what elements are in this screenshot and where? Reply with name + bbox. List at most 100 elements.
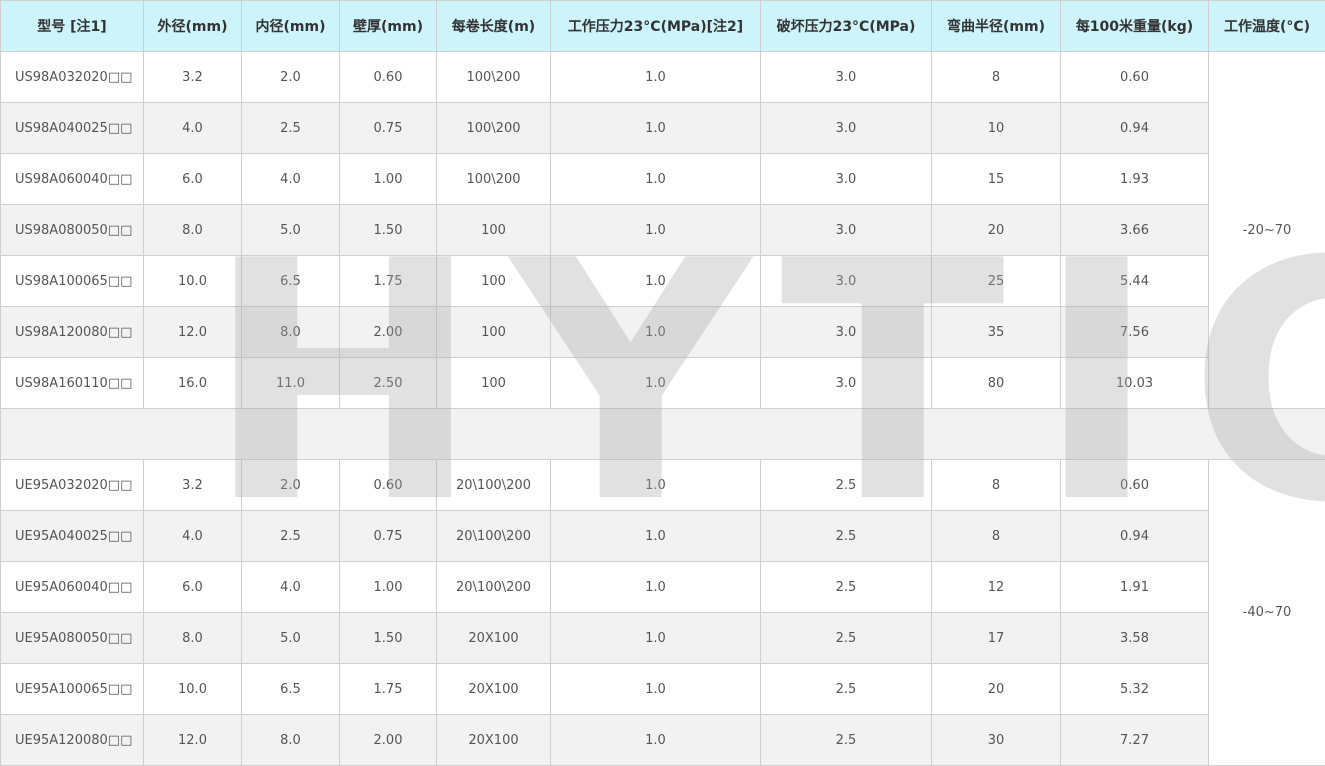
cell-wall-thickness: 1.50 (339, 204, 437, 256)
cell-weight: 7.27 (1060, 714, 1209, 766)
cell-model: US98A100065□□ (0, 255, 144, 307)
cell-weight: 0.60 (1060, 459, 1209, 511)
cell-inner-diameter: 11.0 (241, 357, 340, 409)
cell-model: UE95A040025□□ (0, 510, 144, 562)
cell-outer-diameter: 4.0 (143, 102, 242, 154)
cell-working-pressure: 1.0 (550, 153, 761, 205)
cell-roll-length: 100\200 (436, 51, 551, 103)
table-row: UE95A060040□□ 6.0 4.0 1.00 20\100\200 1.0 2.5 1… (0, 561, 1325, 613)
cell-model: US98A040025□□ (0, 102, 144, 154)
cell-bend-radius: 17 (931, 612, 1061, 664)
header-row: 型号 [注1] 外径(mm) 内径(mm) 壁厚(mm) 每卷长度(m) 工作压… (0, 0, 1325, 52)
header-bend-radius: 弯曲半径(mm) (931, 0, 1061, 52)
cell-working-pressure: 1.0 (550, 714, 761, 766)
header-working-pressure: 工作压力23°C(MPa)[注2] (550, 0, 761, 52)
cell-roll-length: 100 (436, 357, 551, 409)
header-wall-thickness: 壁厚(mm) (339, 0, 437, 52)
cell-burst-pressure: 3.0 (760, 153, 932, 205)
cell-burst-pressure: 2.5 (760, 663, 932, 715)
header-working-temperature: 工作温度(°C) (1208, 0, 1325, 52)
cell-model: US98A060040□□ (0, 153, 144, 205)
cell-working-pressure: 1.0 (550, 357, 761, 409)
cell-inner-diameter: 2.0 (241, 459, 340, 511)
cell-inner-diameter: 6.5 (241, 663, 340, 715)
cell-wall-thickness: 1.75 (339, 663, 437, 715)
cell-burst-pressure: 3.0 (760, 51, 932, 103)
cell-weight: 0.60 (1060, 51, 1209, 103)
cell-wall-thickness: 0.60 (339, 51, 437, 103)
table-row: US98A100065□□ 10.0 6.5 1.75 100 1.0 3.0 25 5.44 (0, 255, 1325, 307)
cell-working-pressure: 1.0 (550, 612, 761, 664)
cell-outer-diameter: 3.2 (143, 51, 242, 103)
cell-roll-length: 20X100 (436, 612, 551, 664)
group-separator-row (0, 408, 1325, 460)
cell-burst-pressure: 2.5 (760, 459, 932, 511)
cell-model: UE95A100065□□ (0, 663, 144, 715)
cell-model: US98A160110□□ (0, 357, 144, 409)
cell-bend-radius: 15 (931, 153, 1061, 205)
cell-model: UE95A060040□□ (0, 561, 144, 613)
cell-model: US98A120080□□ (0, 306, 144, 358)
header-model: 型号 [注1] (0, 0, 144, 52)
cell-working-pressure: 1.0 (550, 561, 761, 613)
table-row: US98A032020□□ 3.2 2.0 0.60 100\200 1.0 3.0 8 0.6… (0, 51, 1325, 409)
cell-working-pressure: 1.0 (550, 51, 761, 103)
cell-roll-length: 100\200 (436, 102, 551, 154)
cell-bend-radius: 10 (931, 102, 1061, 154)
cell-roll-length: 20\100\200 (436, 561, 551, 613)
cell-wall-thickness: 0.60 (339, 459, 437, 511)
header-burst-pressure: 破坏压力23°C(MPa) (760, 0, 932, 52)
header-weight: 每100米重量(kg) (1060, 0, 1209, 52)
cell-wall-thickness: 1.00 (339, 561, 437, 613)
cell-bend-radius: 8 (931, 510, 1061, 562)
cell-weight: 1.91 (1060, 561, 1209, 613)
cell-burst-pressure: 2.5 (760, 612, 932, 664)
cell-roll-length: 20\100\200 (436, 459, 551, 511)
cell-burst-pressure: 3.0 (760, 306, 932, 358)
cell-bend-radius: 20 (931, 663, 1061, 715)
cell-burst-pressure: 2.5 (760, 510, 932, 562)
cell-weight: 5.44 (1060, 255, 1209, 307)
cell-burst-pressure: 3.0 (760, 357, 932, 409)
cell-roll-length: 100 (436, 204, 551, 256)
cell-working-pressure: 1.0 (550, 663, 761, 715)
separator-cell (0, 408, 1325, 460)
cell-weight: 5.32 (1060, 663, 1209, 715)
cell-model: US98A080050□□ (0, 204, 144, 256)
table-row: US98A060040□□ 6.0 4.0 1.00 100\200 1.0 3.0 15 1.… (0, 153, 1325, 205)
cell-outer-diameter: 3.2 (143, 459, 242, 511)
cell-working-pressure: 1.0 (550, 255, 761, 307)
cell-bend-radius: 8 (931, 459, 1061, 511)
cell-weight: 1.93 (1060, 153, 1209, 205)
cell-outer-diameter: 12.0 (143, 714, 242, 766)
cell-model: US98A032020□□ (0, 51, 144, 103)
cell-bend-radius: 30 (931, 714, 1061, 766)
cell-working-pressure: 1.0 (550, 204, 761, 256)
cell-wall-thickness: 1.75 (339, 255, 437, 307)
cell-inner-diameter: 8.0 (241, 306, 340, 358)
cell-burst-pressure: 3.0 (760, 102, 932, 154)
table-body: US98A032020□□ 3.2 2.0 0.60 100\200 1.0 3.0 8 0.6… (0, 51, 1325, 766)
cell-model: UE95A032020□□ (0, 459, 144, 511)
cell-bend-radius: 35 (931, 306, 1061, 358)
cell-bend-radius: 20 (931, 204, 1061, 256)
cell-outer-diameter: 4.0 (143, 510, 242, 562)
header-roll-length: 每卷长度(m) (436, 0, 551, 52)
cell-weight: 0.94 (1060, 510, 1209, 562)
table-row: US98A160110□□ 16.0 11.0 2.50 100 1.0 3.0 80 10.0… (0, 357, 1325, 409)
cell-outer-diameter: 16.0 (143, 357, 242, 409)
cell-inner-diameter: 4.0 (241, 153, 340, 205)
cell-inner-diameter: 5.0 (241, 204, 340, 256)
cell-burst-pressure: 3.0 (760, 204, 932, 256)
cell-roll-length: 20X100 (436, 714, 551, 766)
table-row: UE95A100065□□ 10.0 6.5 1.75 20X100 1.0 2.5 20 5.… (0, 663, 1325, 715)
cell-outer-diameter: 8.0 (143, 612, 242, 664)
cell-working-temperature: -20~70 (1208, 51, 1325, 409)
table-row: UE95A032020□□ 3.2 2.0 0.60 20\100\200 1.0 2.5 8… (0, 459, 1325, 766)
cell-roll-length: 100 (436, 255, 551, 307)
cell-inner-diameter: 2.5 (241, 102, 340, 154)
table-row: UE95A120080□□ 12.0 8.0 2.00 20X100 1.0 2.5 30 7.… (0, 714, 1325, 766)
cell-inner-diameter: 2.5 (241, 510, 340, 562)
header-inner-diameter: 内径(mm) (241, 0, 340, 52)
cell-outer-diameter: 12.0 (143, 306, 242, 358)
